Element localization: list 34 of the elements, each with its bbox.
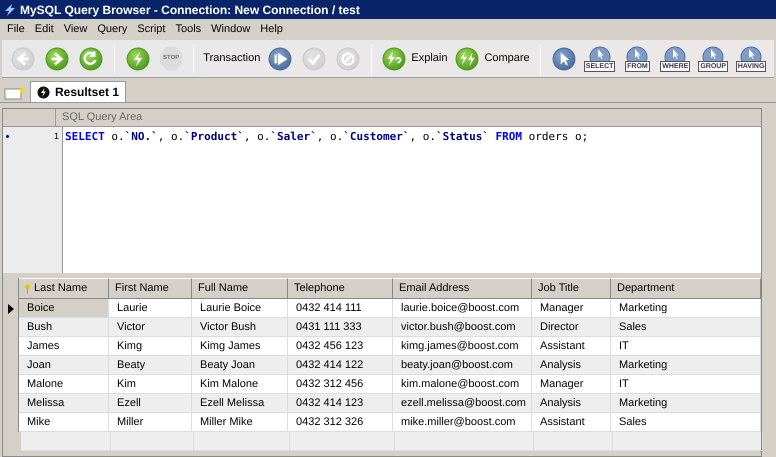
column-header[interactable]: Department (611, 278, 761, 299)
panel-title: SQL Query Area (55, 109, 142, 126)
menu-item[interactable]: Query (92, 21, 132, 38)
window-title: MySQL Query Browser - Connection: New Connection / test (20, 2, 360, 18)
play-icon[interactable] (268, 46, 292, 70)
new-tab-icon[interactable] (4, 86, 26, 100)
column-header[interactable]: Email Address (393, 278, 532, 299)
menu-item[interactable]: Script (132, 21, 170, 38)
menu-item[interactable]: Window (206, 21, 256, 38)
current-row-icon (8, 304, 14, 314)
menu-item[interactable]: Help (255, 21, 288, 38)
lightning-icon (37, 86, 50, 98)
column-header[interactable]: Last Name (19, 278, 109, 299)
line-number: 1 (54, 130, 59, 143)
menu-item[interactable]: View (58, 21, 92, 38)
lightning-question-icon[interactable] (382, 46, 406, 70)
lightning-icon[interactable] (126, 46, 150, 70)
toolbar-button[interactable]: Explain (378, 46, 452, 70)
column-header[interactable]: Full Name (192, 278, 288, 299)
tab[interactable]: Resultset 1 (30, 81, 126, 102)
sql-editor[interactable]: 1 SELECT o.`NO.`, o.`Product`, o.`Saler`, o.`Customer`, o.`Status` FROM orders o; (3, 127, 761, 273)
double-lightning-icon[interactable] (455, 46, 480, 70)
toolbar-button[interactable]: Compare (451, 46, 534, 70)
line-marker-icon (6, 135, 9, 138)
pointer-icon[interactable] (552, 46, 576, 70)
menu-item[interactable]: Tools (170, 21, 206, 38)
menu-item[interactable]: File (2, 21, 30, 38)
sql-code: SELECT o.`NO.`, o.`Product`, o.`Saler`, o.`Customer`, o.`Status` FROM orders o; (64, 129, 588, 145)
table-cell: Boice (19, 299, 109, 318)
menu-item[interactable]: Edit (30, 21, 59, 38)
lightning-icon (3, 2, 17, 16)
column-header[interactable]: Telephone (288, 278, 393, 299)
transaction-label: Transaction (202, 51, 262, 66)
refresh-icon[interactable] (79, 46, 103, 70)
